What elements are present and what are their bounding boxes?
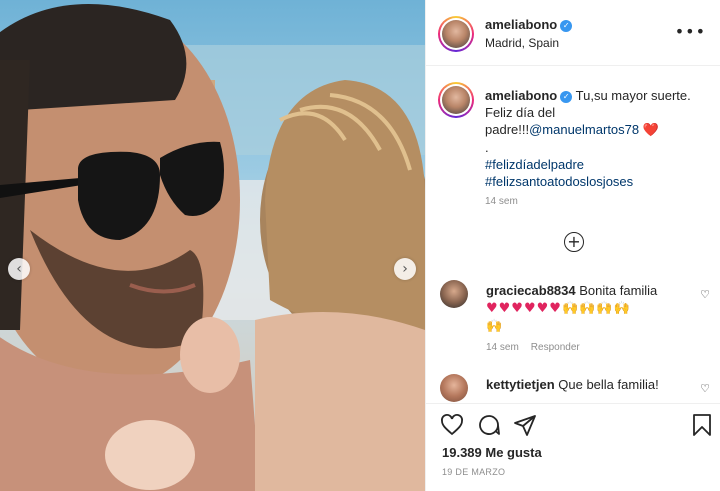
author-avatar[interactable] [438,16,474,52]
author-username[interactable]: ameliabono [485,17,557,32]
commenter-avatar[interactable] [440,374,468,402]
verified-badge-icon: ✓ [560,20,573,32]
reply-button[interactable]: Responder [531,342,580,353]
caption-dot: . [485,140,489,155]
comment-timestamp[interactable]: 14 sem [486,342,519,353]
likes-count[interactable]: 19.389 Me gusta [442,445,542,460]
verified-badge-icon: ✓ [560,91,573,103]
commenter-avatar[interactable] [440,280,468,308]
comment-like-heart-icon[interactable]: ♡ [700,382,710,395]
comment-text: Que bella familia! [558,377,659,392]
hashtag-link[interactable]: #felizsantoatodoslosjoses [485,173,705,190]
post-header: ameliabono ✓ Madrid, Spain ••• [426,0,720,66]
caption-username[interactable]: ameliabono [485,88,557,103]
raised-hands-emoji: 🙌🙌🙌🙌 [561,301,631,316]
carousel-next-button[interactable]: › [394,258,416,280]
post-photo[interactable]: ‹ › [0,0,425,491]
carousel-prev-button[interactable]: ‹ [8,258,30,280]
caption-timestamp[interactable]: 14 sem [485,196,518,207]
post-location[interactable]: Madrid, Spain [485,36,559,50]
post-side-panel: ameliabono ✓ Madrid, Spain ••• ameliabono… [425,0,720,491]
comment-text: Bonita familia [579,283,658,298]
comment-icon[interactable] [477,413,501,437]
caption-mention[interactable]: @manuelmartos78 [529,122,639,137]
post-date[interactable]: 19 DE MARZO [442,467,505,477]
share-icon[interactable] [513,413,537,437]
commenter-username[interactable]: kettytietjen [486,377,555,392]
comment-like-heart-icon[interactable]: ♡ [700,288,710,301]
heart-icon[interactable] [440,413,464,437]
hashtag-link[interactable]: #felizdíadelpadre [485,156,705,173]
caption-author-avatar[interactable] [438,82,474,118]
red-heart-emoji: ❤️ [642,123,659,138]
bookmark-icon[interactable] [691,413,713,437]
photo-illustration [0,4,425,491]
commenter-username[interactable]: graciecab8834 [486,283,576,298]
plus-circle-icon[interactable]: + [564,232,584,252]
raised-hands-emoji: 🙌 [486,319,504,334]
post-actions-bar: 19.389 Me gusta 19 DE MARZO [426,403,720,491]
hearts-emoji: ♥♥♥♥♥♥ [486,301,562,316]
more-options-icon[interactable]: ••• [675,22,706,41]
